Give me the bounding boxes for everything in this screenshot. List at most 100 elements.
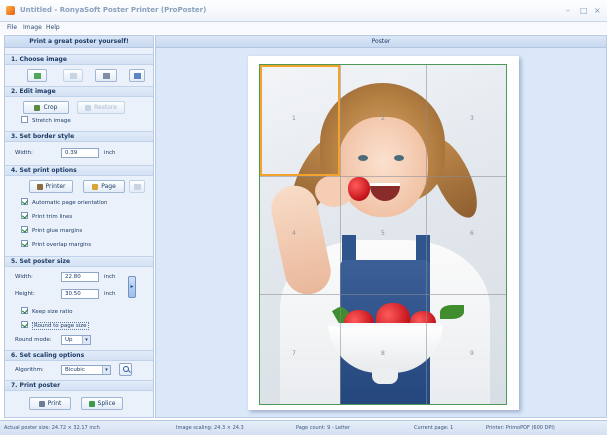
selected-page[interactable] <box>260 65 340 176</box>
poster-image[interactable]: 1 2 3 4 5 6 7 8 9 <box>259 64 507 405</box>
page-number: 6 <box>470 230 474 237</box>
section-border-style: 3. Set border style <box>5 131 153 142</box>
print-icon <box>38 400 45 407</box>
poster-width-unit: inch <box>104 274 116 280</box>
open-image-button[interactable] <box>27 69 47 82</box>
control-panel: Print a great poster yourself! 1. Choose… <box>4 35 154 418</box>
poster-workspace: Poster 1 2 3 4 5 6 7 8 9 <box>155 35 607 418</box>
algorithm-select[interactable]: Bicubic ▾ <box>61 365 111 375</box>
section-choose-image: 1. Choose image <box>5 54 153 65</box>
page-number: 4 <box>292 230 296 237</box>
auto-orientation-checkbox[interactable]: Automatic page orientation <box>21 198 108 208</box>
border-width-input[interactable]: 0.39 <box>61 148 99 158</box>
chevron-down-icon: ▾ <box>102 366 110 374</box>
auto-orientation-check[interactable] <box>21 198 28 205</box>
poster-width-input[interactable]: 22.80 <box>61 272 99 282</box>
printer-icon <box>36 183 43 190</box>
poster-width-label: Width: <box>15 274 33 280</box>
paste-image-button[interactable] <box>129 69 145 82</box>
link-size-button[interactable]: ▸ <box>128 276 136 298</box>
section-scaling-options: 6. Set scaling options <box>5 350 153 361</box>
status-poster-size: Actual poster size: 24.72 × 32.17 inch <box>4 425 100 431</box>
clipboard-icon <box>133 73 141 79</box>
page-grid-line <box>340 65 341 404</box>
section-print-options: 4. Set print options <box>5 165 153 176</box>
title-bar: Untitled - RonyaSoft Poster Printer (Pro… <box>0 0 607 22</box>
menu-file[interactable]: File <box>7 24 17 31</box>
menu-help[interactable]: Help <box>46 24 60 31</box>
app-icon <box>6 6 15 15</box>
page-grid-line <box>260 294 506 295</box>
status-printer: Printer: PrimoPDF (600 DPI) <box>486 425 555 431</box>
menu-bar: File Image Help <box>0 22 607 34</box>
round-page-size-checkbox[interactable]: Round to page size <box>21 321 89 331</box>
keep-ratio-checkbox[interactable]: Keep size ratio <box>21 307 72 317</box>
restore-icon <box>85 104 92 111</box>
print-extra-button[interactable] <box>129 180 145 193</box>
restore-button[interactable]: Restore <box>77 101 125 114</box>
poster-height-input[interactable]: 30.50 <box>61 289 99 299</box>
crop-button[interactable]: Crop <box>23 101 69 114</box>
glue-margins-check[interactable] <box>21 226 28 233</box>
round-mode-label: Round mode: <box>15 337 52 343</box>
page-number: 1 <box>292 115 296 122</box>
window-title: Untitled - RonyaSoft Poster Printer (Pro… <box>20 6 207 14</box>
page-number: 2 <box>381 115 385 122</box>
status-page-count: Page count: 9 - Letter <box>296 425 351 431</box>
minimize-button[interactable]: – <box>566 6 570 15</box>
page-number: 3 <box>470 115 474 122</box>
status-current-page: Current page: 1 <box>414 425 454 431</box>
settings-icon <box>133 184 141 190</box>
overlap-margins-checkbox[interactable]: Print overlap margins <box>21 240 91 250</box>
overlap-margins-check[interactable] <box>21 240 28 247</box>
page-grid-line <box>260 176 506 177</box>
trim-lines-checkbox[interactable]: Print trim lines <box>21 212 72 222</box>
menu-image[interactable]: Image <box>23 24 42 31</box>
save-image-button[interactable] <box>63 69 83 82</box>
page-grid-line <box>426 65 427 404</box>
print-button[interactable]: Print <box>29 397 71 410</box>
close-button[interactable]: × <box>594 6 601 15</box>
page-settings-button[interactable]: Page <box>83 180 125 193</box>
glue-margins-checkbox[interactable]: Print glue margins <box>21 226 82 236</box>
leaf <box>440 305 464 319</box>
page-icon <box>92 183 99 190</box>
bowl-stem <box>372 368 398 384</box>
face <box>338 117 428 217</box>
stretch-image-check[interactable] <box>21 116 28 123</box>
section-edit-image: 2. Edit image <box>5 86 153 97</box>
poster-height-label: Height: <box>15 291 36 297</box>
border-width-label: Width: <box>15 150 33 156</box>
round-page-size-check[interactable] <box>21 321 28 328</box>
algorithm-label: Algorithm: <box>15 367 44 373</box>
crop-icon <box>34 104 41 111</box>
round-mode-select[interactable]: Up ▾ <box>61 335 91 345</box>
page-number: 8 <box>381 350 385 357</box>
section-print-poster: 7. Print poster <box>5 380 153 391</box>
printer-settings-button[interactable]: Printer <box>29 180 73 193</box>
section-poster-size: 5. Set poster size <box>5 256 153 267</box>
eye-right <box>394 155 404 161</box>
maximize-button[interactable]: □ <box>580 6 588 15</box>
scan-image-button[interactable] <box>95 69 117 82</box>
strawberry <box>348 177 370 201</box>
page-number: 9 <box>470 350 474 357</box>
page-number: 7 <box>292 350 296 357</box>
status-bar: Actual poster size: 24.72 × 32.17 inch I… <box>0 420 607 435</box>
border-width-unit: inch <box>104 150 116 156</box>
eye-left <box>358 155 368 161</box>
poster-height-unit: inch <box>104 291 116 297</box>
page-number: 5 <box>381 230 385 237</box>
scanner-icon <box>102 73 110 79</box>
poster-paper: 1 2 3 4 5 6 7 8 9 <box>248 56 519 410</box>
zoom-icon[interactable] <box>119 363 132 376</box>
splice-icon <box>88 400 95 407</box>
status-image-scaling: Image scaling: 24.3 × 24.3 <box>176 425 244 431</box>
keep-ratio-check[interactable] <box>21 307 28 314</box>
poster-header: Poster <box>156 36 606 48</box>
stretch-image-checkbox[interactable]: Stretch image <box>21 116 71 126</box>
open-image-icon <box>33 73 41 79</box>
splice-button[interactable]: Splice <box>81 397 123 410</box>
save-image-icon <box>69 73 77 79</box>
trim-lines-check[interactable] <box>21 212 28 219</box>
